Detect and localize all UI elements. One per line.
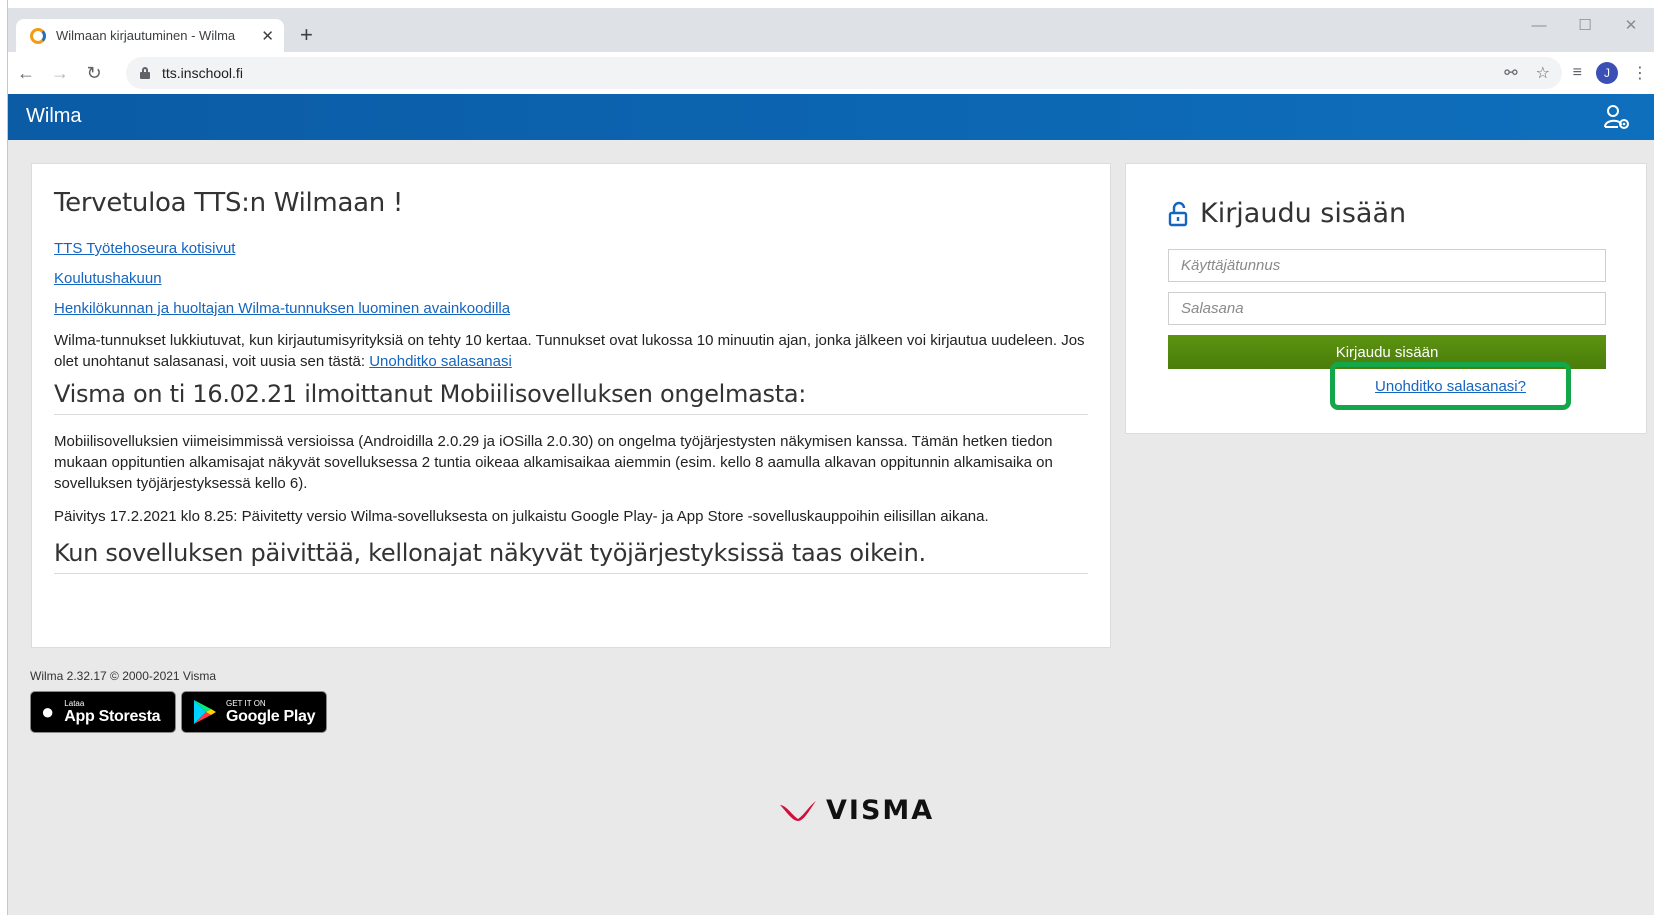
- forgot-password-link[interactable]: Unohditko salasanasi?: [1375, 378, 1526, 395]
- appstore-big-text: App Storesta: [64, 708, 161, 725]
- close-window-button[interactable]: ✕: [1608, 14, 1654, 40]
- unlock-icon: [1168, 201, 1188, 226]
- profile-avatar[interactable]: J: [1596, 62, 1618, 84]
- user-settings-icon[interactable]: [1602, 102, 1632, 132]
- version-text: Wilma 2.32.17 © 2000-2021 Visma: [30, 669, 217, 683]
- login-title-row: Kirjaudu sisään: [1168, 198, 1604, 229]
- forgot-password-highlight: Unohditko salasanasi?: [1330, 362, 1571, 410]
- lock-notice-text: Wilma-tunnukset lukkiutuvat, kun kirjaut…: [54, 332, 1085, 370]
- wilma-brand[interactable]: Wilma: [26, 105, 82, 128]
- omnibox-actions: ⚯ ☆: [1504, 63, 1550, 83]
- url-text[interactable]: tts.inschool.fi: [162, 65, 243, 81]
- googleplay-big-text: Google Play: [226, 708, 316, 725]
- welcome-title: Tervetuloa TTS:n Wilmaan !: [54, 188, 403, 218]
- window-controls: — ☐ ✕: [1516, 14, 1654, 40]
- update-paragraph: Päivitys 17.2.2021 klo 8.25: Päivitetty …: [54, 508, 989, 525]
- link-tts-homepage[interactable]: TTS Työtehoseura kotisivut: [54, 240, 1088, 257]
- lock-notice: Wilma-tunnukset lukkiutuvat, kun kirjaut…: [54, 330, 1088, 372]
- password-field[interactable]: [1168, 292, 1606, 325]
- maximize-button[interactable]: ☐: [1562, 14, 1608, 40]
- resolution-heading: Kun sovelluksen päivittää, kellonajat nä…: [54, 539, 1088, 574]
- tab-close-icon[interactable]: ✕: [261, 27, 274, 45]
- tab-title: Wilmaan kirjautuminen - Wilma: [56, 28, 236, 43]
- reading-list-icon[interactable]: ≡: [1573, 64, 1582, 82]
- link-koulutushaku[interactable]: Koulutushakuun: [54, 270, 1088, 287]
- forgot-password-inline-link[interactable]: Unohditko salasanasi: [369, 353, 512, 370]
- google-play-icon: [194, 700, 216, 724]
- apple-icon: ●: [41, 699, 55, 724]
- visma-mark-icon: [780, 800, 816, 821]
- announcement-heading: Visma on ti 16.02.21 ilmoittanut Mobiili…: [54, 380, 1088, 415]
- welcome-card: Tervetuloa TTS:n Wilmaan ! TTS Työtehose…: [31, 163, 1111, 648]
- more-vert-icon[interactable]: ⋮: [1632, 63, 1648, 83]
- google-play-badge[interactable]: GET IT ON Google Play: [181, 691, 327, 733]
- link-create-account[interactable]: Henkilökunnan ja huoltajan Wilma-tunnuks…: [54, 300, 1088, 317]
- browser-tab[interactable]: Wilmaan kirjautuminen - Wilma ✕: [16, 19, 284, 52]
- store-badges: ● Lataa App Storesta GET IT ON Google Pl…: [30, 691, 327, 733]
- lock-icon[interactable]: [140, 67, 150, 79]
- announcement-paragraph: Mobiilisovelluksien viimeisimmissä versi…: [54, 433, 1053, 492]
- star-icon[interactable]: ☆: [1536, 63, 1550, 83]
- reload-icon[interactable]: ↻: [78, 57, 110, 89]
- key-icon[interactable]: ⚯: [1504, 63, 1517, 83]
- forward-arrow-icon[interactable]: →: [44, 57, 76, 89]
- tab-strip: Wilmaan kirjautuminen - Wilma ✕ + — ☐ ✕: [8, 8, 1654, 52]
- back-arrow-icon[interactable]: ←: [10, 57, 42, 89]
- toolbar-right: ≡ J ⋮: [1573, 62, 1648, 84]
- username-field[interactable]: [1168, 249, 1606, 282]
- visma-wordmark: VISMA: [826, 795, 935, 826]
- visma-logo: VISMA: [778, 795, 934, 826]
- app-store-badge[interactable]: ● Lataa App Storesta: [30, 691, 176, 733]
- wilma-favicon-icon: [30, 27, 46, 44]
- browser-toolbar: ← → ↻ tts.inschool.fi ⚯ ☆ ≡ J ⋮: [8, 52, 1654, 94]
- address-bar[interactable]: tts.inschool.fi ⚯ ☆: [126, 57, 1562, 89]
- googleplay-small-text: GET IT ON: [226, 699, 266, 708]
- appstore-small-text: Lataa: [64, 699, 85, 708]
- browser-chrome: Wilmaan kirjautuminen - Wilma ✕ + — ☐ ✕ …: [8, 8, 1654, 94]
- window-left-edge: [0, 0, 8, 915]
- wilma-header: Wilma: [8, 94, 1654, 140]
- login-title: Kirjaudu sisään: [1200, 198, 1407, 229]
- page-body: Tervetuloa TTS:n Wilmaan ! TTS Työtehose…: [8, 140, 1654, 915]
- new-tab-button[interactable]: +: [300, 22, 313, 48]
- minimize-button[interactable]: —: [1516, 14, 1562, 40]
